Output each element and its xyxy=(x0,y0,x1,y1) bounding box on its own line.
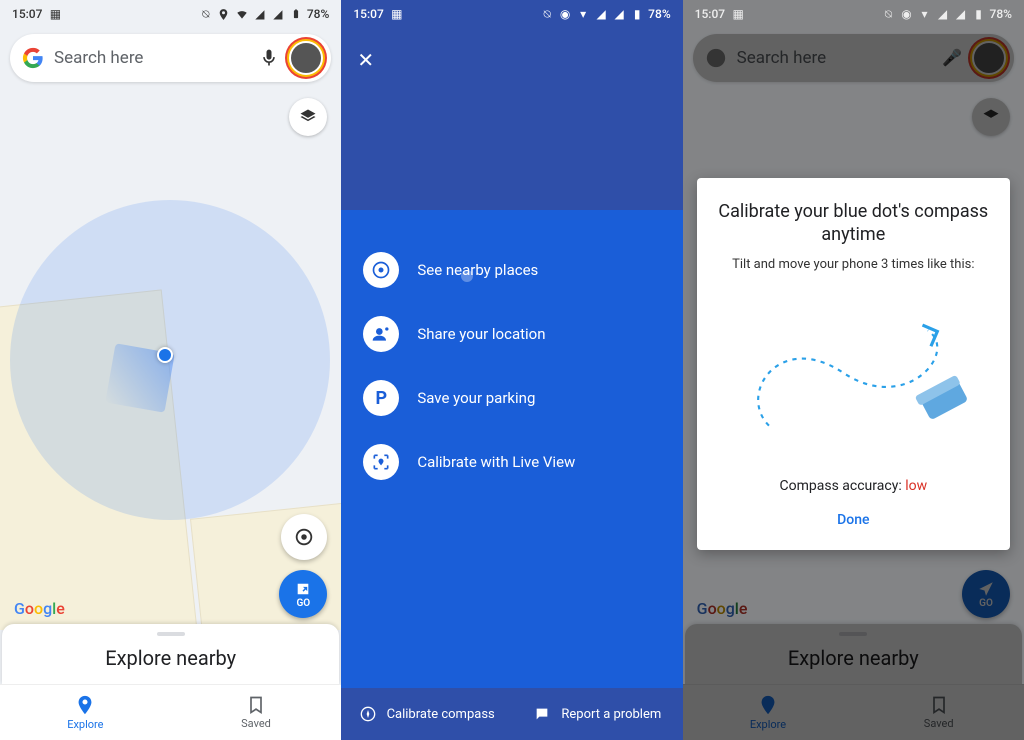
calibrate-compass-button[interactable]: Calibrate compass xyxy=(341,688,512,740)
screen-calibrate-dialog: 15:07 ▦ ⍉ ◉ ▾ ◢ ◢ ▮ 78% Search here 🎤 GO… xyxy=(683,0,1024,740)
nav-saved[interactable]: Saved xyxy=(171,685,342,740)
battery-icon: ▮ xyxy=(630,7,644,21)
screen-map: 15:07 ▦ ⍉ ◢ ◢ 78% Search here xyxy=(0,0,341,740)
nav-saved-label: Saved xyxy=(241,717,271,730)
menu-list: See nearby places Share your location P … xyxy=(341,210,682,522)
signal-icon: ◢ xyxy=(612,7,626,21)
notification-icon: ▦ xyxy=(731,7,745,21)
menu-header: 15:07 ▦ ⍉ ◉ ▾ ◢ ◢ ▮ 78% ✕ xyxy=(341,0,682,210)
calibrate-dialog: Calibrate your blue dot's compass anytim… xyxy=(697,178,1010,550)
vpn-icon: ⍉ xyxy=(882,7,896,21)
figure-eight-illustration xyxy=(715,288,992,468)
compass-icon xyxy=(359,705,377,723)
status-time: 15:07 xyxy=(353,7,383,21)
menu-item-parking[interactable]: P Save your parking xyxy=(363,366,660,430)
status-bar: 15:07 ▦ ⍉ ◢ ◢ 78% xyxy=(0,0,341,28)
location-icon: ◉ xyxy=(900,7,914,21)
report-label: Report a problem xyxy=(561,707,661,722)
battery-icon xyxy=(289,7,303,21)
search-bar[interactable]: Search here xyxy=(10,34,331,82)
dialog-subtitle: Tilt and move your phone 3 times like th… xyxy=(715,257,992,272)
share-location-icon xyxy=(363,316,399,352)
signal-icon: ◢ xyxy=(936,7,950,21)
close-button[interactable]: ✕ xyxy=(357,48,374,72)
report-problem-button[interactable]: Report a problem xyxy=(512,688,683,740)
battery-icon: ▮ xyxy=(972,7,986,21)
google-g-icon xyxy=(22,47,44,69)
google-logo: Google xyxy=(14,599,65,618)
report-icon xyxy=(533,705,551,723)
menu-bottom-bar: Calibrate compass Report a problem xyxy=(341,688,682,740)
screen-blue-dot-menu: 15:07 ▦ ⍉ ◉ ▾ ◢ ◢ ▮ 78% ✕ See nearby pla… xyxy=(341,0,682,740)
status-time: 15:07 xyxy=(12,7,42,21)
accuracy-label: Compass accuracy: xyxy=(780,478,902,494)
status-bar: 15:07 ▦ ⍉ ◉ ▾ ◢ ◢ ▮ 78% xyxy=(683,0,1024,28)
sheet-title: Explore nearby xyxy=(2,646,339,670)
notification-icon: ▦ xyxy=(390,7,404,21)
avatar[interactable] xyxy=(289,41,323,75)
bottom-sheet[interactable]: Explore nearby xyxy=(2,624,339,684)
status-time: 15:07 xyxy=(695,7,725,21)
menu-item-liveview[interactable]: Calibrate with Live View xyxy=(363,430,660,494)
menu-item-share[interactable]: Share your location xyxy=(363,302,660,366)
vpn-icon: ⍉ xyxy=(199,7,213,21)
locate-button[interactable] xyxy=(281,514,327,560)
nav-explore[interactable]: Explore xyxy=(0,685,171,740)
signal-icon: ◢ xyxy=(271,7,285,21)
menu-item-nearby[interactable]: See nearby places xyxy=(363,238,660,302)
signal-icon: ◢ xyxy=(954,7,968,21)
menu-label: Share your location xyxy=(417,325,545,343)
menu-label: Calibrate with Live View xyxy=(417,453,575,471)
notification-icon: ▦ xyxy=(48,7,62,21)
wifi-icon xyxy=(235,7,249,21)
parking-icon: P xyxy=(363,380,399,416)
menu-label: Save your parking xyxy=(417,389,535,407)
status-battery: 78% xyxy=(648,7,670,21)
vpn-icon: ⍉ xyxy=(540,7,554,21)
nav-explore-label: Explore xyxy=(67,718,103,731)
signal-icon: ◢ xyxy=(253,7,267,21)
status-battery: 78% xyxy=(307,7,329,21)
pin-icon xyxy=(363,252,399,288)
menu-label: See nearby places xyxy=(417,261,538,279)
live-view-icon xyxy=(363,444,399,480)
location-icon: ◉ xyxy=(558,7,572,21)
accuracy-text: Compass accuracy: low xyxy=(715,478,992,494)
go-label: GO xyxy=(296,598,310,609)
signal-icon: ◢ xyxy=(594,7,608,21)
sheet-handle-icon[interactable] xyxy=(157,632,185,636)
search-placeholder: Search here xyxy=(54,48,249,68)
wifi-icon: ▾ xyxy=(918,7,932,21)
location-icon xyxy=(217,7,231,21)
nav-bar: Explore Saved xyxy=(0,684,341,740)
wifi-icon: ▾ xyxy=(576,7,590,21)
status-battery: 78% xyxy=(990,7,1012,21)
accuracy-value: low xyxy=(905,478,927,494)
dialog-title: Calibrate your blue dot's compass anytim… xyxy=(715,200,992,247)
blue-dot[interactable] xyxy=(157,347,173,363)
mic-icon[interactable] xyxy=(259,48,279,68)
done-button[interactable]: Done xyxy=(715,506,992,534)
status-bar: 15:07 ▦ ⍉ ◉ ▾ ◢ ◢ ▮ 78% xyxy=(341,0,682,28)
go-button[interactable]: GO xyxy=(279,570,327,618)
calibrate-label: Calibrate compass xyxy=(387,707,495,722)
